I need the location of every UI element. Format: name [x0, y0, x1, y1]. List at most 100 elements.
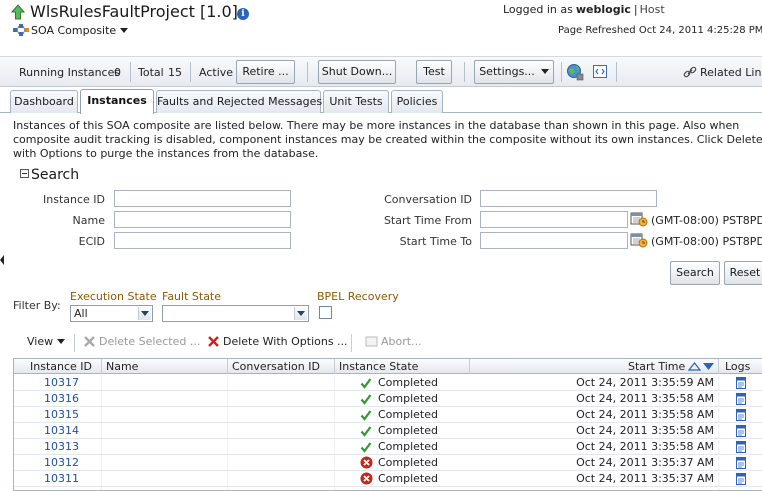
- column-header-conversation-id[interactable]: Conversation ID: [232, 360, 320, 373]
- host-link[interactable]: Host: [640, 3, 665, 16]
- bpel-recovery-label: BPEL Recovery: [317, 290, 399, 303]
- conversation-id-label: Conversation ID: [384, 193, 472, 206]
- total-count: 15: [168, 66, 182, 79]
- sort-arrows-icon[interactable]: [688, 362, 715, 371]
- search-section-toggle[interactable]: Search: [20, 167, 79, 183]
- running-instances-label: Running Instances: [19, 66, 121, 79]
- table-row[interactable]: 10316 Completed Oct 24, 2011 3:35:58 AM: [14, 391, 762, 407]
- running-instances-count: 0: [114, 66, 121, 79]
- search-title: Search: [31, 167, 80, 183]
- filter-by-label: Filter By:: [13, 299, 61, 312]
- reset-button[interactable]: Reset: [724, 261, 762, 285]
- info-icon[interactable]: i: [237, 8, 249, 20]
- column-separator: [718, 359, 719, 374]
- chevron-down-icon: [540, 69, 549, 74]
- calendar-icon[interactable]: [630, 231, 648, 248]
- table-toolbar: View Delete Selected ... Delete With Opt…: [13, 330, 762, 355]
- search-button[interactable]: Search: [670, 261, 720, 285]
- abort-icon: [365, 336, 378, 347]
- instance-id-link[interactable]: 10312: [44, 456, 79, 469]
- log-icon[interactable]: [736, 409, 746, 421]
- start-time-from-input[interactable]: [480, 211, 628, 228]
- table-row[interactable]: 10313 Completed Oct 24, 2011 3:35:58 AM: [14, 439, 762, 455]
- start-time: Oct 24, 2011 3:35:37 AM: [576, 456, 714, 469]
- instance-id-link[interactable]: 10314: [44, 424, 79, 437]
- instances-table: Instance ID Name Conversation ID Instanc…: [13, 358, 762, 491]
- bpel-recovery-checkbox[interactable]: [319, 306, 332, 319]
- start-time: Oct 24, 2011 3:35:37 AM: [576, 472, 714, 485]
- up-arrow-icon[interactable]: [11, 4, 25, 20]
- tab-dashboard[interactable]: Dashboard: [10, 90, 78, 113]
- name-input[interactable]: [114, 211, 291, 228]
- tab-policies[interactable]: Policies: [391, 90, 443, 113]
- tab-faults-and-rejected-messages[interactable]: Faults and Rejected Messages: [156, 90, 322, 113]
- instance-id-link[interactable]: 10311: [44, 472, 79, 485]
- code-icon[interactable]: [592, 63, 610, 81]
- conversation-id-input[interactable]: [480, 190, 657, 207]
- related-links-menu[interactable]: Related Links: [683, 65, 762, 79]
- related-links-label: Related Links: [700, 66, 762, 79]
- toolbar-separator: [130, 62, 131, 82]
- test-button[interactable]: Test: [416, 60, 452, 84]
- ecid-input[interactable]: [114, 232, 291, 249]
- abort-button[interactable]: Abort...: [365, 335, 422, 348]
- column-header-start-time[interactable]: Start Time: [628, 360, 715, 373]
- column-separator: [101, 359, 102, 374]
- fault-state-select[interactable]: [162, 305, 309, 322]
- composite-icon: [13, 24, 29, 36]
- table-row[interactable]: 10314 Completed Oct 24, 2011 3:35:58 AM: [14, 423, 762, 439]
- instance-id-link[interactable]: 10317: [44, 376, 79, 389]
- instance-id-link[interactable]: 10313: [44, 440, 79, 453]
- delete-with-options-button[interactable]: Delete With Options ...: [207, 335, 348, 348]
- retire-button[interactable]: Retire ...: [236, 60, 295, 84]
- instance-state: Completed: [378, 472, 438, 485]
- column-header-instance-state[interactable]: Instance State: [339, 360, 418, 373]
- settings-button[interactable]: Settings...: [474, 60, 554, 84]
- tab-unit-tests[interactable]: Unit Tests: [323, 90, 389, 113]
- log-icon[interactable]: [736, 457, 746, 469]
- soa-composite-menu[interactable]: SOA Composite: [13, 24, 129, 38]
- start-time: Oct 24, 2011 3:35:58 AM: [576, 408, 714, 421]
- toolbar-separator: [351, 334, 352, 352]
- execution-state-select[interactable]: All: [70, 305, 153, 322]
- instance-id-input[interactable]: [114, 190, 291, 207]
- calendar-icon[interactable]: [630, 210, 648, 227]
- instance-state: Completed: [378, 456, 438, 469]
- log-icon[interactable]: [736, 393, 746, 405]
- tab-instances[interactable]: Instances: [80, 89, 154, 114]
- instance-id-link[interactable]: 10316: [44, 392, 79, 405]
- table-row[interactable]: 10312 Completed Oct 24, 2011 3:35:37 AM: [14, 455, 762, 471]
- instance-state: Completed: [378, 376, 438, 389]
- start-time-to-input[interactable]: [480, 232, 628, 249]
- column-header-instance-id[interactable]: Instance ID: [30, 360, 92, 373]
- chevron-down-icon: [57, 339, 66, 344]
- shut-down-button[interactable]: Shut Down...: [318, 60, 396, 84]
- column-header-name[interactable]: Name: [106, 360, 138, 373]
- timezone-label: (GMT-08:00) PST8PDT: [651, 214, 762, 227]
- table-row[interactable]: 10317 Completed Oct 24, 2011 3:35:59 AM: [14, 375, 762, 391]
- x-delete-icon: [84, 336, 95, 347]
- log-icon[interactable]: [736, 473, 746, 485]
- total-label: Total: [138, 66, 164, 79]
- toolbar-separator: [74, 334, 75, 352]
- column-header-logs[interactable]: Logs: [725, 360, 750, 373]
- timezone-label: (GMT-08:00) PST8PDT: [651, 235, 762, 248]
- view-menu[interactable]: View: [27, 335, 66, 348]
- instance-id-link[interactable]: 10315: [44, 408, 79, 421]
- globe-icon[interactable]: [566, 63, 584, 81]
- delete-selected-button[interactable]: Delete Selected ...: [83, 335, 200, 348]
- chevron-down-icon: [294, 307, 307, 320]
- instance-state: Completed: [378, 392, 438, 405]
- table-row[interactable]: 10311 Completed Oct 24, 2011 3:35:37 AM: [14, 471, 762, 487]
- splitter-handle[interactable]: [0, 255, 4, 265]
- table-row[interactable]: 10315 Completed Oct 24, 2011 3:35:58 AM: [14, 407, 762, 423]
- log-icon[interactable]: [736, 441, 746, 453]
- log-icon[interactable]: [736, 377, 746, 389]
- toolbar-separator: [616, 62, 617, 82]
- page-title: WlsRulesFaultProject [1.0]: [30, 2, 238, 21]
- column-separator: [227, 359, 228, 374]
- instance-id-label: Instance ID: [43, 193, 105, 206]
- fault-state-label: Fault State: [162, 290, 222, 303]
- log-icon[interactable]: [736, 425, 746, 437]
- logged-in-info: Logged in as weblogic | Host: [503, 3, 665, 16]
